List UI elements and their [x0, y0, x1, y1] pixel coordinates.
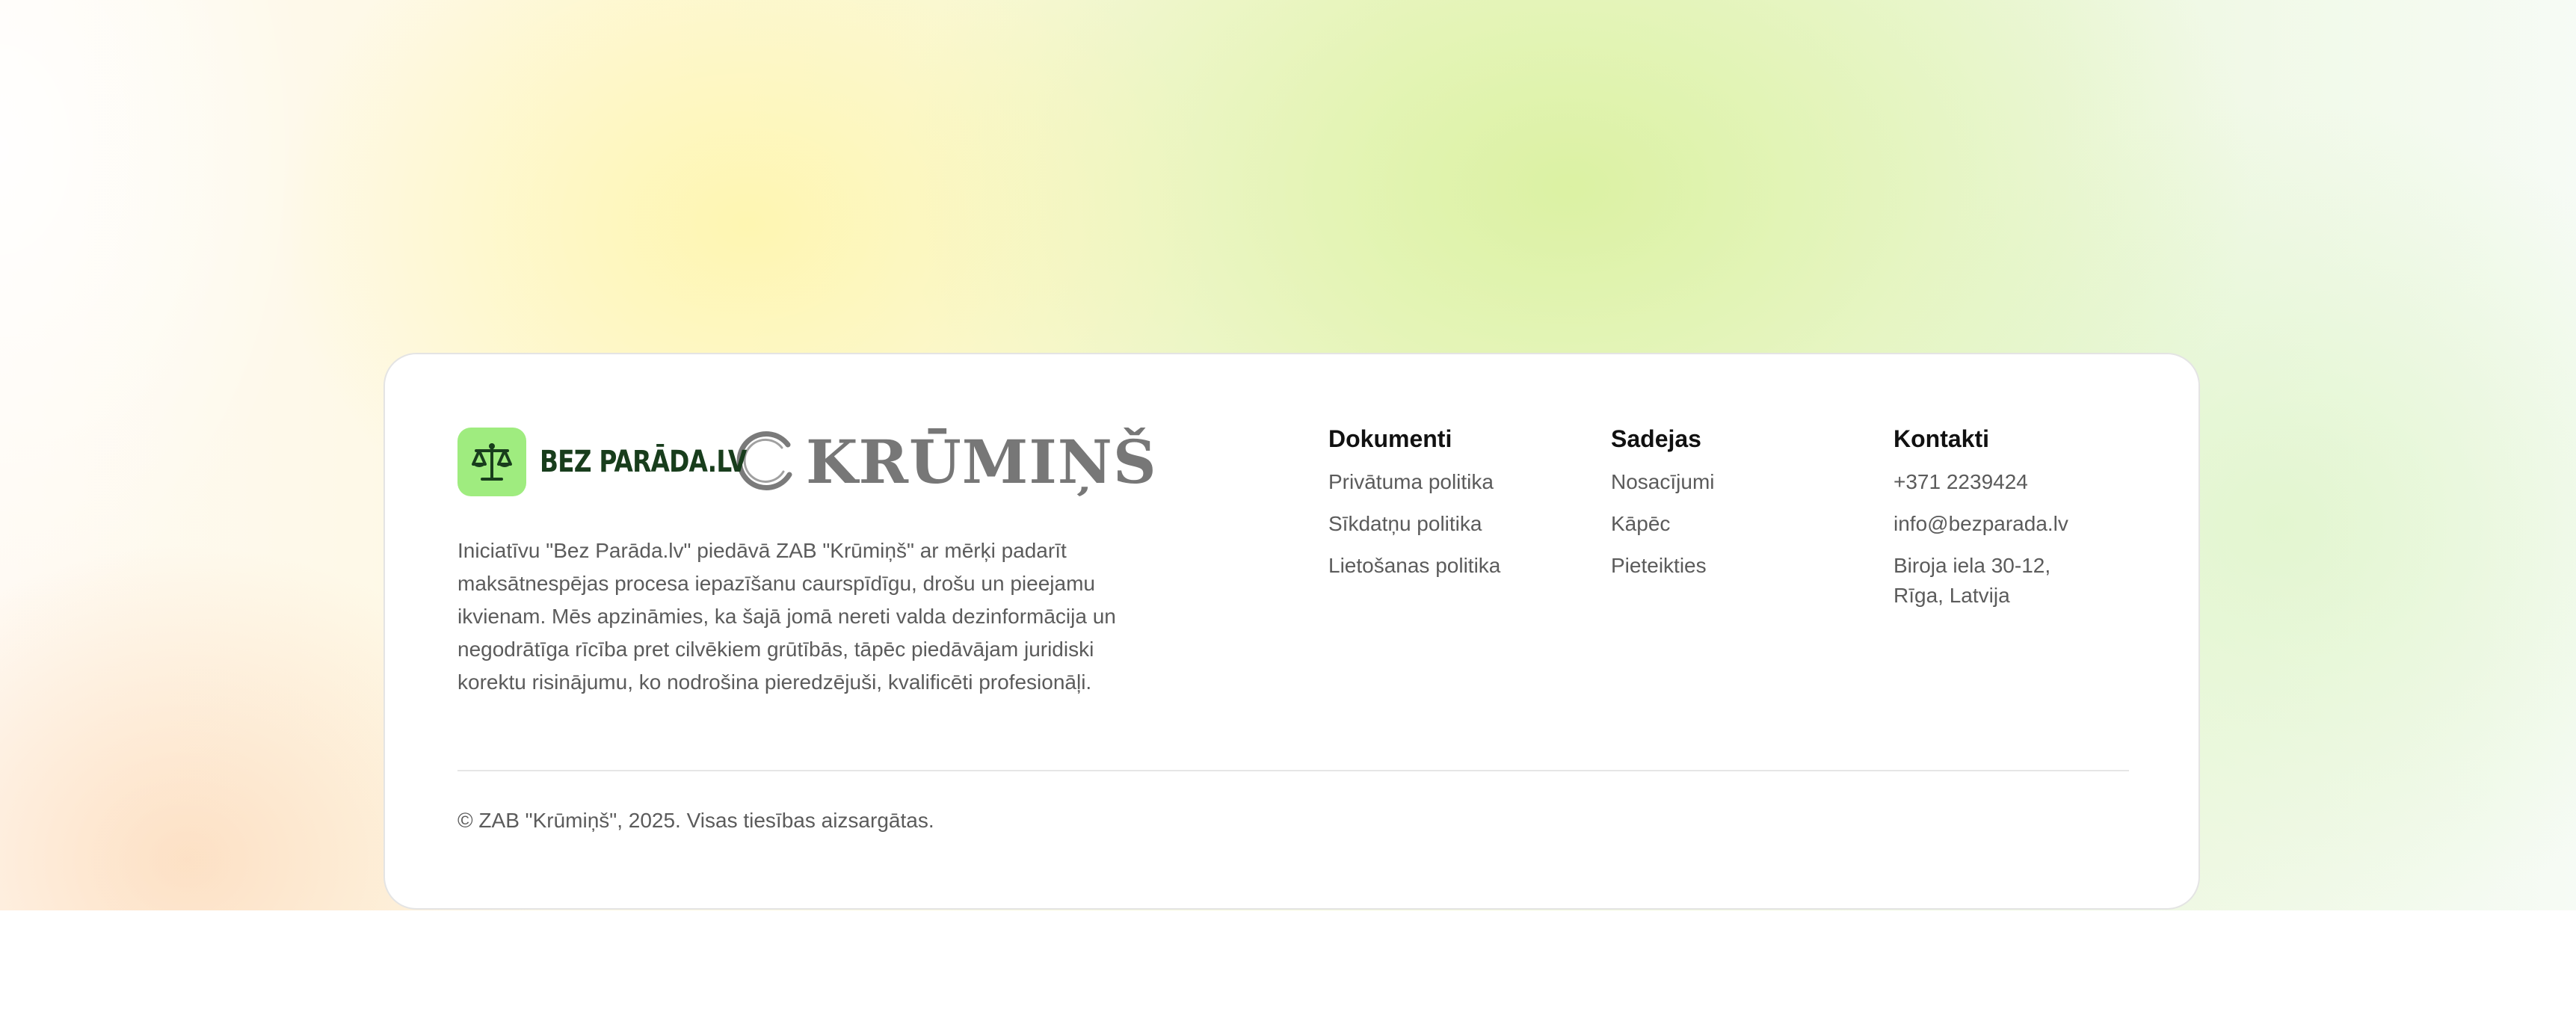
privacy-policy-link[interactable]: Privātuma politika — [1328, 467, 1500, 497]
contacts-heading: Kontakti — [1894, 425, 1989, 452]
krumins-logo[interactable]: KRŪMIŅŠ — [734, 427, 1157, 497]
email-link[interactable]: info@bezparada.lv — [1894, 509, 2068, 539]
footer-description: Iniciatīvu "Bez Parāda.lv" piedāvā ZAB "… — [457, 539, 1116, 694]
terms-of-use-link[interactable]: Lietošanas politika — [1328, 551, 1500, 581]
sections-column: Sadejas Nosacījumi Kāpēc Pieteikties — [1611, 422, 1714, 593]
documents-heading: Dokumenti — [1328, 425, 1452, 452]
conditions-link[interactable]: Nosacījumi — [1611, 467, 1714, 497]
bez-parada-wordmark[interactable]: BEZ PARĀDA.LV — [540, 445, 747, 479]
sections-heading: Sadejas — [1611, 425, 1701, 452]
phone-link[interactable]: +371 2239424 — [1894, 467, 2068, 497]
contacts-column: Kontakti +371 2239424 info@bezparada.lv … — [1894, 422, 2068, 611]
scales-icon — [457, 428, 526, 496]
cookie-policy-link[interactable]: Sīkdatņu politika — [1328, 509, 1500, 539]
apply-link[interactable]: Pieteikties — [1611, 551, 1714, 581]
documents-column: Dokumenti Privātuma politika Sīkdatņu po… — [1328, 422, 1500, 593]
footer-divider — [457, 770, 2129, 771]
krumins-wordmark: KRŪMIŅŠ — [806, 427, 1157, 497]
copyright-text: © ZAB "Krūmiņš", 2025. Visas tiesības ai… — [457, 809, 934, 832]
why-link[interactable]: Kāpēc — [1611, 509, 1714, 539]
address-line-1: Biroja iela 30-12, — [1894, 554, 2051, 577]
address-line-2: Rīga, Latvija — [1894, 584, 2010, 607]
brand-logos: BEZ PARĀDA.LV KRŪMIŅŠ — [457, 426, 1157, 498]
footer-card: BEZ PARĀDA.LV KRŪMIŅŠ Iniciatīvu "Bez Pa… — [383, 353, 2200, 910]
